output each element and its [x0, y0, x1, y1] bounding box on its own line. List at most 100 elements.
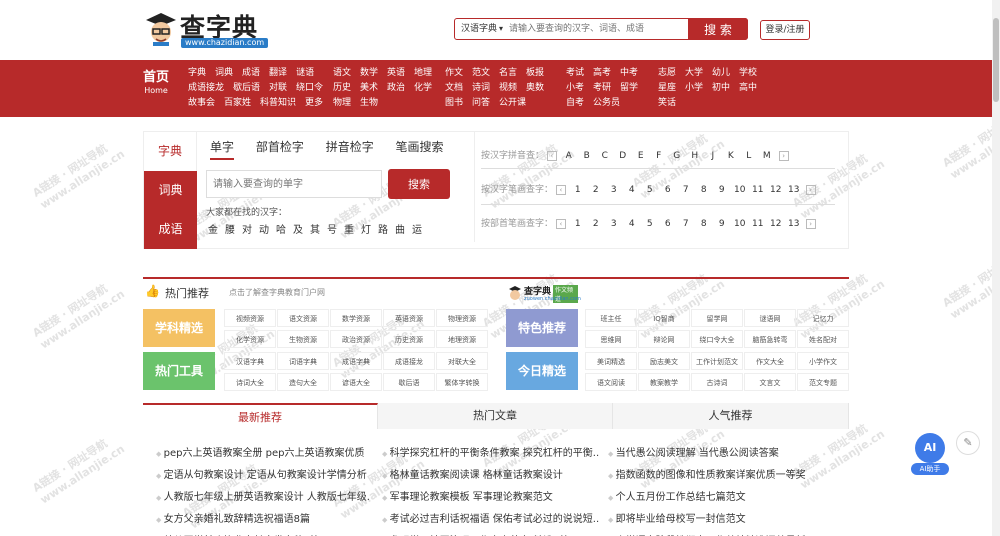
resource-link[interactable]: 政治资源 [330, 330, 382, 348]
pinyin-letter[interactable]: G [668, 151, 686, 161]
nav-link[interactable]: 科普知识 [260, 96, 296, 111]
scrollbar[interactable] [992, 0, 1000, 536]
block-today[interactable]: 今日精选 [506, 352, 578, 390]
search-input[interactable] [509, 21, 689, 37]
nav-link[interactable]: 字典 [188, 66, 206, 81]
radical-stroke-count[interactable]: 4 [623, 219, 641, 229]
resource-link[interactable]: 思维网 [585, 330, 637, 348]
nav-link[interactable]: 文档 [445, 81, 463, 96]
nav-link[interactable]: 歇后语 [233, 81, 260, 96]
radical-stroke-count[interactable]: 3 [605, 219, 623, 229]
pencil-icon[interactable]: ✎ [956, 431, 980, 455]
article-link[interactable]: 参观学习社区治理工作方案范文(精选3篇) [382, 531, 600, 536]
common-char-link[interactable]: 腰 [225, 221, 235, 236]
block-tools[interactable]: 热门工具 [143, 352, 215, 390]
nav-link[interactable]: 板报 [526, 66, 544, 81]
resource-link[interactable]: IQ智商 [638, 309, 690, 327]
nav-link[interactable]: 中考 [620, 66, 638, 81]
pinyin-letter[interactable]: M [758, 151, 776, 161]
nav-link[interactable]: 笑话 [658, 96, 676, 111]
stroke-count[interactable]: 7 [677, 185, 695, 195]
zuowen-logo[interactable]: 查字典 作文频道 zuowen.chazidian.com [508, 284, 581, 304]
nav-link[interactable]: 故事会 [188, 96, 215, 111]
nav-link[interactable]: 学校 [739, 66, 757, 81]
article-link[interactable]: 个人五月份工作总结七篇范文 [608, 487, 808, 509]
resource-link[interactable]: 物理资源 [436, 309, 488, 327]
block-featured[interactable]: 特色推荐 [506, 309, 578, 347]
resource-link[interactable]: 语文阅读 [585, 373, 637, 391]
site-logo[interactable]: 查字典 www.chazidian.com [144, 6, 269, 48]
resource-link[interactable]: 辩论网 [638, 330, 690, 348]
nav-link[interactable]: 小考 [566, 81, 584, 96]
stroke-count[interactable]: 1 [569, 185, 587, 195]
common-char-link[interactable]: 哈 [276, 221, 286, 236]
resource-link[interactable]: 数学资源 [330, 309, 382, 327]
login-register-button[interactable]: 登录/注册 [760, 20, 810, 40]
side-tab-chengyu[interactable]: 成语 [144, 210, 197, 249]
nav-link[interactable]: 考试 [566, 66, 584, 81]
nav-link[interactable]: 图书 [445, 96, 463, 111]
resource-link[interactable]: 成语接龙 [383, 352, 435, 370]
nav-link[interactable]: 问答 [472, 96, 490, 111]
resource-link[interactable]: 范文专题 [797, 373, 849, 391]
resource-link[interactable]: 语文资源 [277, 309, 329, 327]
nav-link[interactable]: 绕口令 [296, 81, 323, 96]
pinyin-letter[interactable]: F [650, 151, 668, 161]
scrollbar-thumb[interactable] [993, 18, 999, 102]
tab-stroke[interactable]: 笔画搜索 [396, 138, 444, 158]
nav-link[interactable]: 志愿 [658, 66, 676, 81]
nav-link[interactable]: 数学 [360, 66, 378, 81]
nav-link[interactable]: 名言 [499, 66, 517, 81]
resource-link[interactable]: 教案教学 [638, 373, 690, 391]
radical-stroke-count[interactable]: 10 [731, 219, 749, 229]
side-tab-zidian[interactable]: 字典 [144, 132, 197, 171]
resource-link[interactable]: 历史资源 [383, 330, 435, 348]
common-char-link[interactable]: 重 [344, 221, 354, 236]
resource-link[interactable]: 美词精选 [585, 352, 637, 370]
nav-link[interactable]: 高考 [593, 66, 611, 81]
resource-link[interactable]: 小学作文 [797, 352, 849, 370]
stroke-count[interactable]: 2 [587, 185, 605, 195]
resource-link[interactable]: 地理资源 [436, 330, 488, 348]
hot-subtitle[interactable]: 点击了解查字典教育门户网 [229, 287, 325, 298]
resource-link[interactable]: 化学资源 [224, 330, 276, 348]
nav-link[interactable]: 百家姓 [224, 96, 251, 111]
nav-link[interactable]: 语文 [333, 66, 351, 81]
radical-stroke-count[interactable]: 6 [659, 219, 677, 229]
radical-stroke-count[interactable]: 9 [713, 219, 731, 229]
tab-hot-articles[interactable]: 热门文章 [378, 403, 613, 429]
resource-link[interactable]: 姓名配对 [797, 330, 849, 348]
stroke-count[interactable]: 13 [785, 185, 803, 195]
tab-pinyin[interactable]: 拼音检字 [326, 138, 374, 158]
article-link[interactable]: 格林童话教案阅读课 格林童话教案设计 [382, 465, 600, 487]
nav-link[interactable]: 星座 [658, 81, 676, 96]
nav-link[interactable]: 化学 [414, 81, 432, 96]
stroke-count[interactable]: 5 [641, 185, 659, 195]
nav-link[interactable]: 公务员 [593, 96, 620, 111]
radical-stroke-count[interactable]: 12 [767, 219, 785, 229]
article-link[interactable]: 幼儿园学前班毕业家长会发言稿3篇 [156, 531, 370, 536]
resource-link[interactable]: 造句大全 [277, 373, 329, 391]
stroke-count[interactable]: 4 [623, 185, 641, 195]
search-type-select[interactable]: 汉语字典 [455, 19, 505, 39]
common-char-link[interactable]: 动 [259, 221, 269, 236]
char-search-button[interactable]: 搜索 [388, 169, 450, 199]
nav-link[interactable]: 诗词 [472, 81, 490, 96]
nav-link[interactable]: 初中 [712, 81, 730, 96]
common-char-link[interactable]: 及 [293, 221, 303, 236]
common-char-link[interactable]: 灯 [361, 221, 371, 236]
common-char-link[interactable]: 金 [208, 221, 218, 236]
article-link[interactable]: 指数函数的图像和性质教案详案优质一等奖 [608, 465, 808, 487]
nav-home[interactable]: 首页 Home [143, 66, 169, 95]
pinyin-prev-icon[interactable]: ‹ [546, 150, 557, 161]
common-char-link[interactable]: 路 [378, 221, 388, 236]
nav-link[interactable]: 成语 [242, 66, 260, 81]
nav-link[interactable]: 词典 [215, 66, 233, 81]
search-button[interactable]: 搜 索 [688, 18, 748, 40]
nav-link[interactable]: 自考 [566, 96, 584, 111]
pinyin-letter[interactable]: A [560, 151, 578, 161]
stroke-count[interactable]: 9 [713, 185, 731, 195]
nav-link[interactable]: 美术 [360, 81, 378, 96]
pinyin-letter[interactable]: C [596, 151, 614, 161]
nav-link[interactable]: 物理 [333, 96, 351, 111]
